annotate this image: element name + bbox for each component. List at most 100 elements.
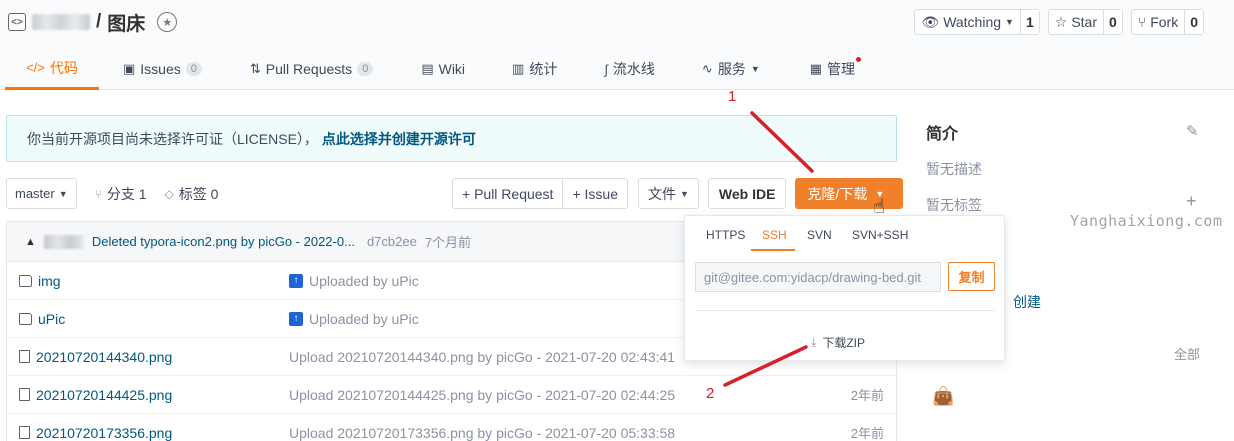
protocol-tab-svn-ssh[interactable]: SVN+SSH [852,228,908,242]
file-menu-button[interactable]: 文件 ▼ [637,178,699,209]
download-icon: ⤓ [811,335,817,349]
repo-header: <> / 图床 ★ 👁 Watching ▼ 1 ☆ Star 0 ⑂ Fork [0,0,1234,90]
tab-label: 代码 [49,59,78,76]
commit-message-link[interactable]: Deleted typora-icon2.png by picGo - 2022… [92,234,355,249]
tab-manage[interactable]: ▦ 管理 [809,48,862,90]
clone-url-input[interactable]: git@gitee.com:yidacp/drawing-bed.git [695,262,941,292]
owner-name-blurred[interactable] [32,14,90,30]
tags-link[interactable]: ◇ 标签 0 [165,184,219,204]
tab-issues[interactable]: ▣ Issues 0 [123,48,202,90]
tab-wiki[interactable]: ▤ Wiki [421,48,465,90]
clone-download-button[interactable]: 克隆/下载 ▼ [795,178,904,209]
file-link[interactable]: 20210720173356.png [19,425,172,441]
code-icon: </> [26,60,45,75]
create-license-link[interactable]: 点此选择并创建开源许可 [322,129,476,149]
pr-count-badge: 0 [357,62,374,76]
star-button-group: ☆ Star 0 [1047,9,1123,35]
title-separator: / [96,11,102,32]
folder-link[interactable]: img [19,273,61,289]
commit-author-blurred[interactable] [43,234,84,249]
branch-icon: ⑂ [94,186,102,201]
tag-icon: ◇ [164,186,174,201]
repo-title: <> / 图床 ★ [8,9,178,36]
eye-icon: 👁 [921,13,940,30]
sidebar-all-link[interactable]: 全部 [1174,344,1200,363]
clone-download-label: 克隆/下载 [807,185,868,202]
tab-code[interactable]: </> 代码 [5,48,99,90]
folder-link[interactable]: uPic [19,311,65,327]
file-icon [19,350,30,363]
file-name: 20210720144340.png [36,348,173,365]
web-ide-button[interactable]: Web IDE [707,178,787,209]
new-issue-button[interactable]: + Issue [562,179,627,208]
protocol-tab-https[interactable]: HTTPS [706,228,745,242]
file-icon [19,426,30,439]
branch-name: master [15,186,55,201]
repo-toolbar: + Pull Request + Issue 文件 ▼ Web IDE 克隆/下… [452,178,904,209]
star-button[interactable]: ☆ Star [1049,10,1103,34]
sidebar-create-link[interactable]: 创建 [1013,292,1041,312]
repo-actions: 👁 Watching ▼ 1 ☆ Star 0 ⑂ Fork 0 [914,9,1204,35]
tab-pipeline[interactable]: ∫ 流水线 [604,48,655,90]
download-zip-label: 下载ZIP [822,336,865,350]
fork-label: Fork [1150,14,1179,30]
manage-icon: ▦ [809,61,823,76]
new-pull-request-button[interactable]: + Pull Request [453,179,562,208]
table-row: 20210720173356.png Upload 20210720173356… [7,414,896,441]
file-commit-message[interactable]: Upload 20210720144340.png by picGo - 202… [289,349,675,365]
repo-name[interactable]: 图床 [107,9,145,36]
fork-count[interactable]: 0 [1184,10,1203,34]
issues-icon: ▣ [123,61,136,76]
branch-toolbar: master ▼ ⑂ 分支 1 ◇ 标签 0 [6,178,218,209]
recommend-badge-icon[interactable]: ★ [157,12,178,32]
table-row: 20210720144425.png Upload 20210720144425… [7,376,896,414]
star-count[interactable]: 0 [1103,10,1122,34]
file-menu-label: 文件 [647,185,676,202]
download-zip-link[interactable]: ⤓ 下载ZIP [811,334,865,351]
chevron-down-icon: ▼ [750,64,760,74]
tab-pull-requests[interactable]: ⇅ Pull Requests 0 [250,48,374,90]
protocol-tab-ssh[interactable]: SSH [762,228,787,242]
file-name: 20210720173356.png [36,424,173,441]
edit-icon[interactable]: ✎ [1186,122,1199,140]
sidebar-tags: 暂无标签 [926,197,982,213]
star-icon: ☆ [1054,13,1068,30]
branches-link[interactable]: ⑂ 分支 1 [95,184,147,204]
file-commit-message[interactable]: ↑ Uploaded by uPic [289,273,419,289]
file-name: img [38,272,61,289]
upload-icon: ↑ [289,273,303,288]
tab-label: 流水线 [612,61,655,77]
file-time: 2年前 [850,388,884,403]
chevron-down-icon: ▼ [1005,17,1014,27]
fork-button-group: ⑂ Fork 0 [1130,9,1204,35]
file-commit-message[interactable]: Upload 20210720173356.png by picGo - 202… [289,425,675,441]
add-tag-icon[interactable]: + [1186,191,1197,212]
wiki-icon: ▤ [421,61,434,76]
sidebar-intro-title: 简介 [926,126,959,143]
watching-count[interactable]: 1 [1019,10,1039,34]
branch-select[interactable]: master ▼ [6,178,77,209]
file-commit-message[interactable]: Upload 20210720144425.png by picGo - 202… [289,387,675,403]
tab-stats[interactable]: ▥ 统计 [512,48,557,90]
file-commit-text: Uploaded by uPic [309,272,419,289]
file-link[interactable]: 20210720144425.png [19,387,172,403]
folder-icon [19,274,32,287]
chevron-down-icon: ▼ [58,188,68,199]
watching-button[interactable]: 👁 Watching ▼ [915,10,1020,34]
branches-label: 分支 1 [106,185,147,202]
protocol-tab-svn[interactable]: SVN [807,228,832,242]
copy-url-button[interactable]: 复制 [948,262,995,291]
lock-icon: ▲ [25,235,36,248]
commit-sha-link[interactable]: d7cb2ee [367,234,417,249]
tab-label: Pull Requests [265,61,353,77]
file-commit-message[interactable]: ↑ Uploaded by uPic [289,311,419,327]
annotation-label-1: 1 [728,88,737,105]
tab-service[interactable]: ∿ 服务 ▼ [702,48,760,90]
stats-icon: ▥ [512,61,525,76]
tab-label: 管理 [827,61,856,77]
fork-button[interactable]: ⑂ Fork [1132,10,1184,34]
license-notice-text: 你当前开源项目尚未选择许可证（LICENSE）， [27,130,318,147]
repo-icon: <> [8,13,26,31]
file-link[interactable]: 20210720144340.png [19,349,172,365]
file-icon [19,388,30,401]
